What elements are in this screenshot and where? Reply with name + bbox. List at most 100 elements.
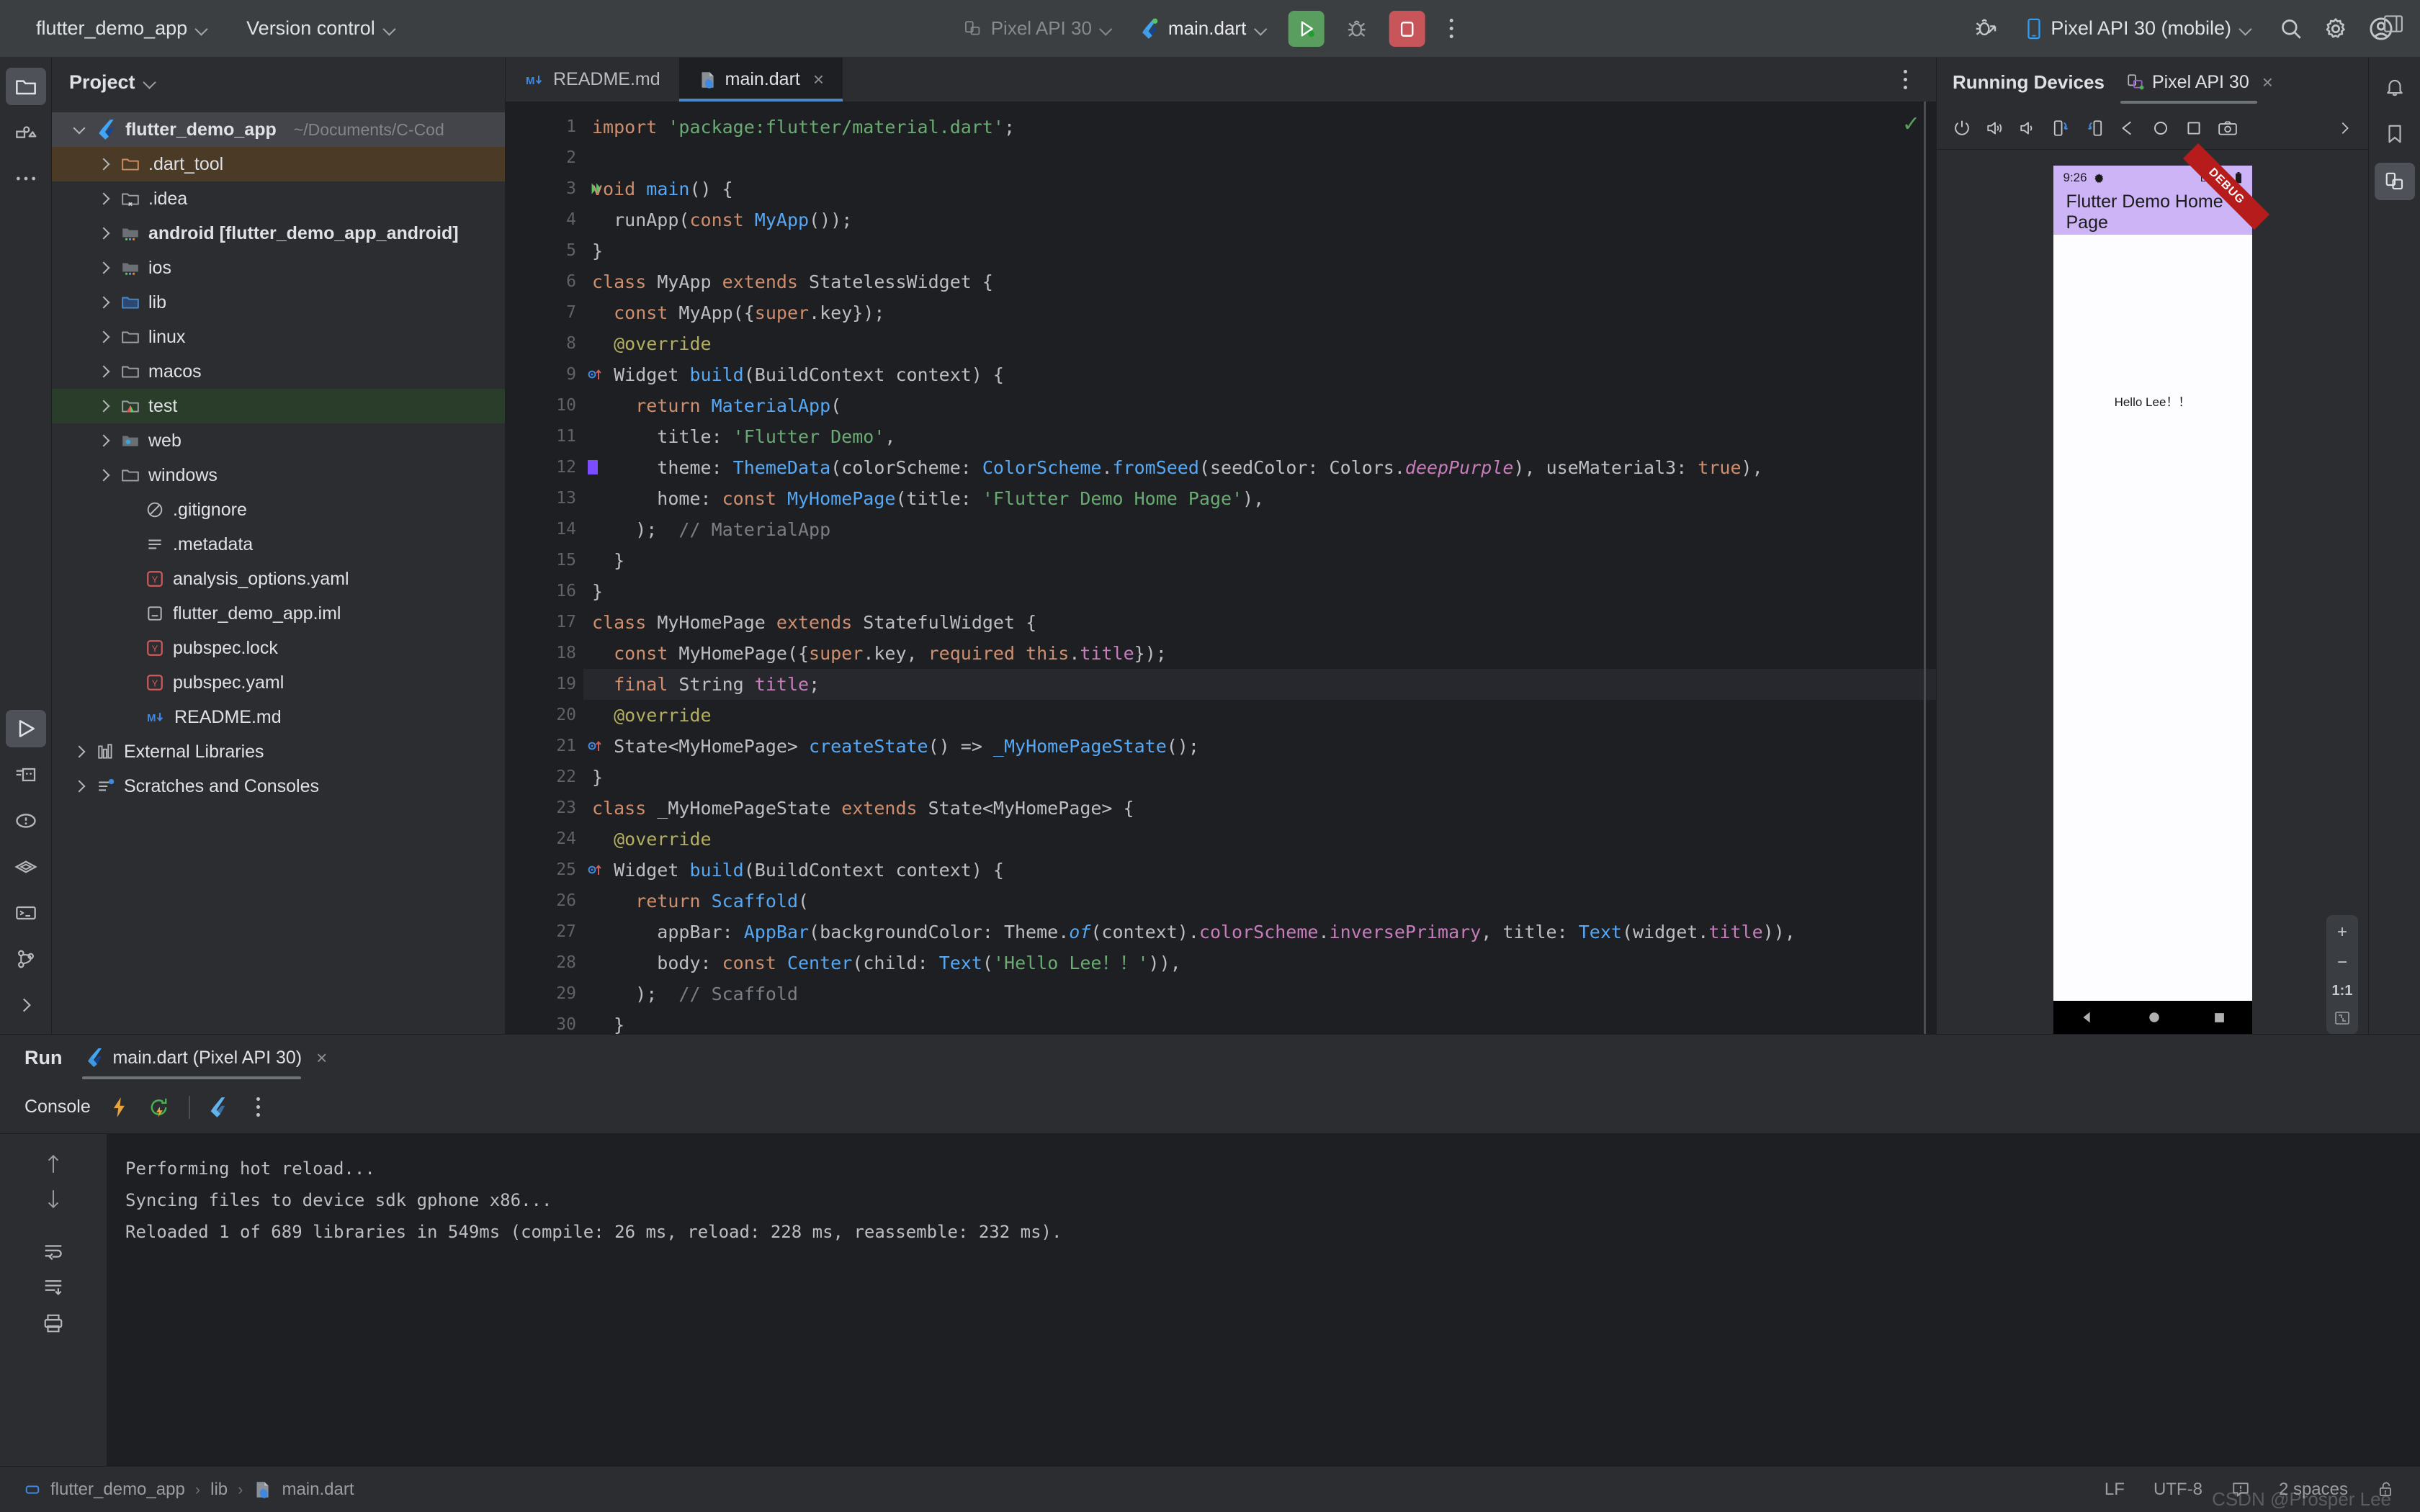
code-line[interactable]: ); // MaterialApp xyxy=(583,514,1936,545)
code-line[interactable]: appBar: AppBar(backgroundColor: Theme.of… xyxy=(583,917,1936,948)
console-output-area[interactable]: Performing hot reload... Syncing files t… xyxy=(0,1134,2420,1466)
recents-icon[interactable] xyxy=(2213,1012,2226,1024)
chevron-right-icon[interactable] xyxy=(2336,119,2352,138)
gutter-line[interactable]: 14 xyxy=(506,514,583,545)
tree-node-web[interactable]: web xyxy=(52,423,505,458)
code-line[interactable]: @override xyxy=(583,328,1936,359)
tree-node-readme-md[interactable]: M README.md xyxy=(52,700,505,734)
chevron-down-icon[interactable] xyxy=(72,122,88,138)
gutter-line[interactable]: 3 xyxy=(506,174,601,204)
home-icon[interactable] xyxy=(2148,1011,2161,1024)
gutter-line[interactable]: 24 xyxy=(506,824,583,855)
breadcrumb-item[interactable]: flutter_demo_app xyxy=(50,1480,185,1500)
sidebar-item-build[interactable] xyxy=(6,756,46,793)
run-button[interactable] xyxy=(1288,10,1325,47)
breadcrumb-item[interactable]: main.dart xyxy=(282,1480,354,1500)
tree-node-linux[interactable]: linux xyxy=(52,320,505,354)
gutter-line[interactable]: 9 xyxy=(506,359,601,390)
gutter-line[interactable]: 7 xyxy=(506,297,583,328)
tree-node--dart-tool[interactable]: .dart_tool xyxy=(52,147,505,181)
tree-node-android-flutter-demo-app-android-[interactable]: android [flutter_demo_app_android] xyxy=(52,216,505,251)
tree-node-lib[interactable]: lib xyxy=(52,285,505,320)
code-line[interactable]: Widget build(BuildContext context) { xyxy=(583,855,1936,886)
hot-restart-icon[interactable] xyxy=(148,1097,170,1118)
zoom-in-button[interactable]: + xyxy=(2337,922,2347,942)
chevron-right-icon[interactable] xyxy=(97,294,112,310)
gutter-line[interactable]: 18 xyxy=(506,638,583,669)
code-line[interactable]: Widget build(BuildContext context) { xyxy=(583,359,1936,390)
scroll-to-end-icon[interactable] xyxy=(42,1277,64,1298)
tree-node-analysis-options-yaml[interactable]: Yanalysis_options.yaml xyxy=(52,562,505,596)
tree-node-pubspec-yaml[interactable]: Ypubspec.yaml xyxy=(52,665,505,700)
editor-tab-bar[interactable]: M README.md main.dart × xyxy=(506,58,1936,102)
chevron-down-icon[interactable] xyxy=(144,76,156,88)
warning-icon[interactable] xyxy=(2231,1480,2250,1499)
gutter-line[interactable]: 20 xyxy=(506,700,583,731)
code-line[interactable]: } xyxy=(583,235,1936,266)
tree-node--gitignore[interactable]: .gitignore xyxy=(52,492,505,527)
code-content[interactable]: import 'package:flutter/material.dart'; … xyxy=(583,102,1936,1034)
screenshot-icon[interactable] xyxy=(2218,119,2238,138)
tree-node--idea[interactable]: .idea xyxy=(52,181,505,216)
debug-button[interactable] xyxy=(1338,11,1374,47)
code-line[interactable]: } xyxy=(583,762,1936,793)
device-tab[interactable]: Pixel API 30 × xyxy=(2120,58,2273,107)
fit-screen-icon[interactable] xyxy=(2334,1009,2351,1027)
sidebar-item-git[interactable] xyxy=(6,940,46,978)
sidebar-item-run[interactable] xyxy=(6,710,46,747)
chevron-right-icon[interactable] xyxy=(72,778,88,794)
gutter-line[interactable]: 6 xyxy=(506,266,583,297)
version-control-menu-button[interactable]: Version control xyxy=(239,13,403,44)
device-target-button[interactable]: Pixel API 30 xyxy=(956,13,1119,44)
gutter-line[interactable]: 25 xyxy=(506,855,601,886)
gutter-line[interactable]: 4 xyxy=(506,204,583,235)
code-line[interactable] xyxy=(583,143,1936,174)
back-icon[interactable] xyxy=(2118,119,2137,138)
code-line[interactable]: const MyHomePage({super.key, required th… xyxy=(583,638,1936,669)
flutter-devtools-icon[interactable] xyxy=(209,1097,228,1118)
gutter-line[interactable]: 2 xyxy=(506,143,583,174)
gutter-line[interactable]: 5 xyxy=(506,235,583,266)
code-line[interactable]: } xyxy=(583,1009,1936,1034)
gutter-line[interactable]: 13 xyxy=(506,483,583,514)
code-line[interactable]: theme: ThemeData(colorScheme: ColorSchem… xyxy=(583,452,1936,483)
code-line[interactable]: @override xyxy=(583,700,1936,731)
sidebar-item-commit[interactable] xyxy=(6,114,46,151)
device-selector-button[interactable]: Pixel API 30 (mobile) xyxy=(2019,13,2259,44)
code-line[interactable]: class _MyHomePageState extends State<MyH… xyxy=(583,793,1936,824)
code-line[interactable]: ); // Scaffold xyxy=(583,978,1936,1009)
run-session-tab[interactable]: main.dart (Pixel API 30) × xyxy=(82,1035,327,1081)
more-actions-button[interactable] xyxy=(1439,13,1464,45)
close-icon[interactable]: × xyxy=(813,68,824,91)
power-icon[interactable] xyxy=(1953,119,1971,138)
emulator-display-area[interactable]: 9:26 LTE xyxy=(1937,143,2368,1034)
tree-node-ios[interactable]: ios xyxy=(52,251,505,285)
chevron-right-icon[interactable] xyxy=(97,364,112,379)
lock-icon[interactable] xyxy=(2377,1480,2396,1499)
close-icon[interactable]: × xyxy=(2262,71,2273,94)
project-menu-button[interactable]: flutter_demo_app xyxy=(29,13,215,44)
breadcrumb-item[interactable]: lib xyxy=(210,1480,228,1500)
indent-label[interactable]: 2 spaces xyxy=(2279,1480,2348,1500)
inspection-status-icon[interactable]: ✓ xyxy=(1902,112,1920,137)
profile-debug-button[interactable] xyxy=(1974,17,1999,41)
gutter-line[interactable]: 1 xyxy=(506,112,583,143)
gutter-line[interactable]: 21 xyxy=(506,731,601,762)
settings-button[interactable] xyxy=(2323,17,2348,41)
gutter-line[interactable]: 8 xyxy=(506,328,583,359)
sidebar-item-running-devices[interactable] xyxy=(2374,163,2415,200)
code-line[interactable]: title: 'Flutter Demo', xyxy=(583,421,1936,452)
line-number-gutter[interactable]: 1 2 3 4 5 6 7 8 9 10 11 12 13 14 15 16 17 18 19 20 21 22 23 24 2… xyxy=(506,102,601,1034)
code-line[interactable]: @override xyxy=(583,824,1936,855)
rotate-right-icon[interactable] xyxy=(2085,119,2104,138)
gutter-line[interactable]: 19 xyxy=(506,669,583,700)
editor-tab-main-dart[interactable]: main.dart × xyxy=(678,58,843,102)
emulator-screen[interactable]: 9:26 LTE xyxy=(2053,143,2269,1034)
gutter-line[interactable]: 11 xyxy=(506,421,583,452)
editor-scrollbar[interactable] xyxy=(1924,102,1926,1034)
tree-node-external-libraries[interactable]: External Libraries xyxy=(52,734,505,769)
code-line[interactable]: } xyxy=(583,576,1936,607)
chevron-right-icon[interactable] xyxy=(97,433,112,449)
rotate-left-icon[interactable] xyxy=(2052,119,2071,138)
tree-node-scratches-and-consoles[interactable]: Scratches and Consoles xyxy=(52,769,505,804)
